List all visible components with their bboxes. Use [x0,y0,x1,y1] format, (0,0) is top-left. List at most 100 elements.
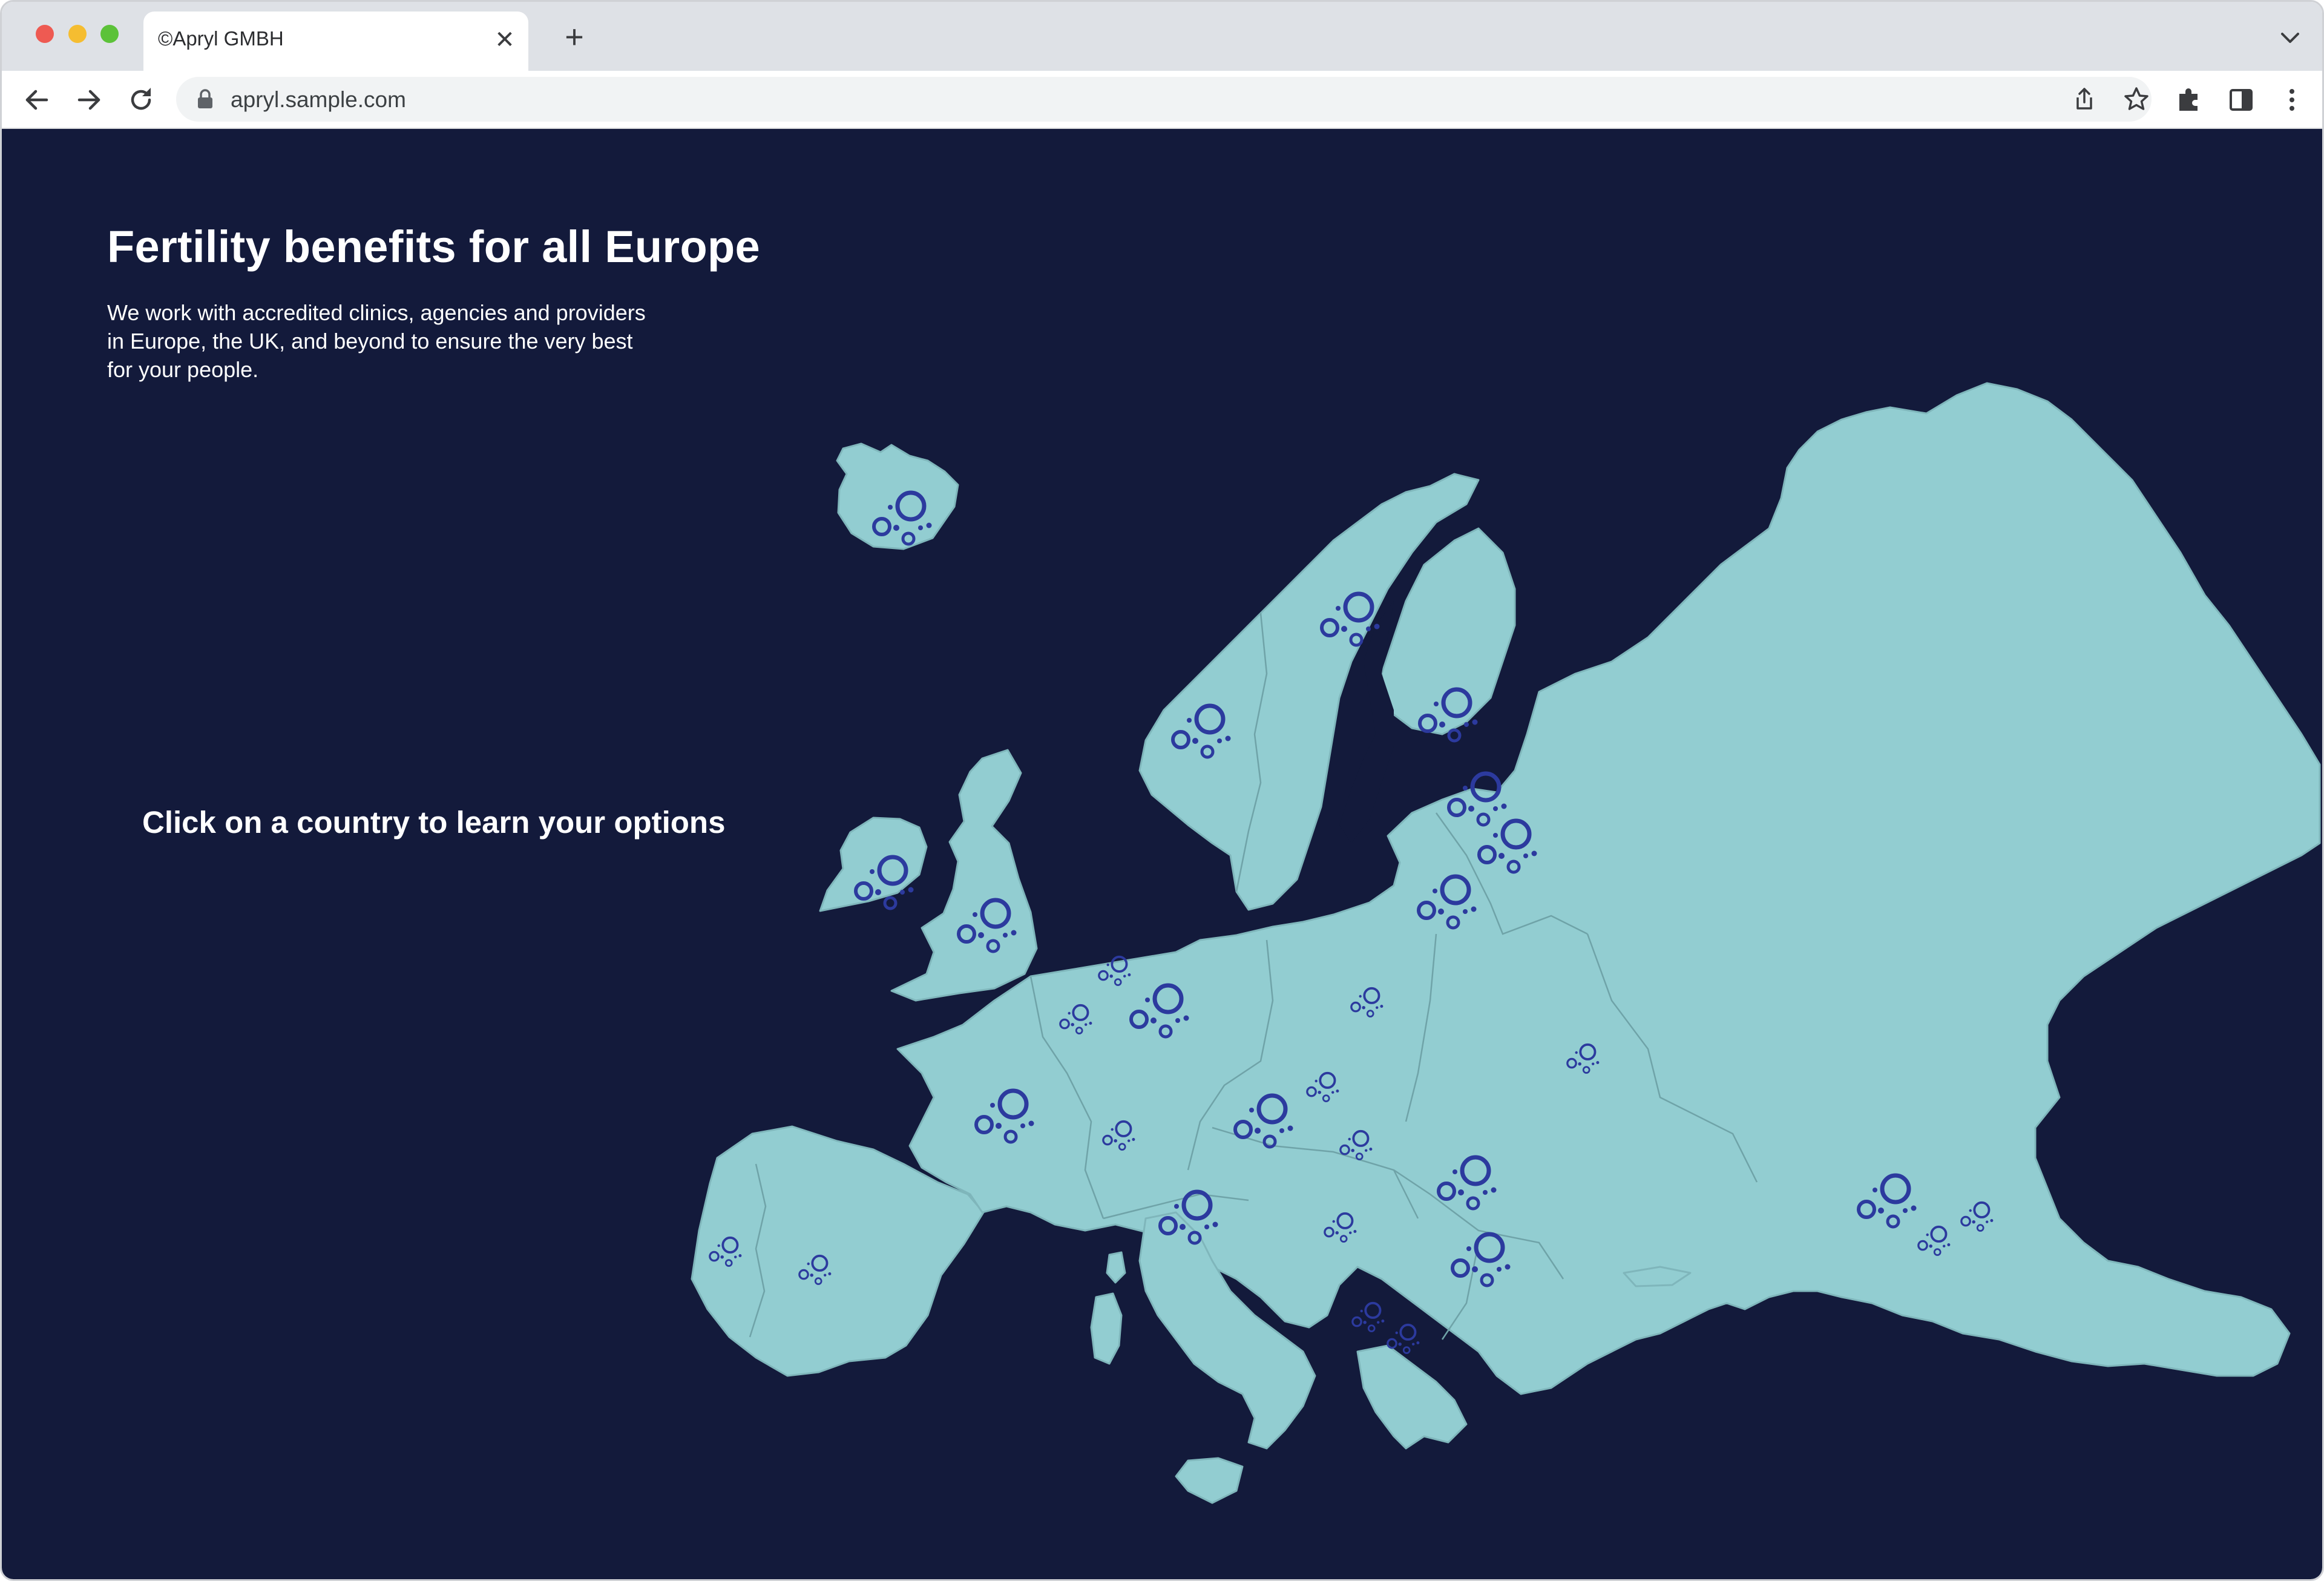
clinic-marker[interactable] [1171,703,1231,759]
clinic-marker-small[interactable] [1350,987,1384,1017]
marker-dot [1466,1246,1471,1251]
clinic-marker-small[interactable] [1098,955,1131,986]
share-icon[interactable] [2069,84,2099,114]
side-panel-icon[interactable] [2224,83,2258,117]
close-window-button[interactable] [36,25,54,43]
clinic-marker[interactable] [1233,1093,1293,1149]
marker-ring [1343,591,1374,623]
marker-ring [1447,798,1466,817]
minimize-window-button[interactable] [68,25,87,43]
reload-icon[interactable] [124,83,158,117]
marker-ring [1437,1182,1456,1201]
marker-dot [1523,853,1528,858]
marker-ring [1072,1004,1089,1021]
marker-dot [1531,850,1537,856]
marker-ring [1474,1232,1505,1263]
back-arrow-icon[interactable] [20,83,54,117]
marker-dot [1395,1331,1398,1335]
clinic-marker-small[interactable] [1917,1225,1951,1256]
clinic-marker-small[interactable] [1339,1129,1373,1160]
marker-ring [1960,1215,1971,1227]
marker-dot [1497,1267,1502,1272]
marker-ring [1111,955,1128,973]
clinic-marker[interactable] [1447,771,1507,827]
marker-ring [1366,1010,1374,1017]
marker-dot [1360,1309,1363,1313]
clinic-marker-small[interactable] [798,1254,832,1285]
clinic-marker[interactable] [1158,1189,1218,1245]
clinic-marker[interactable] [1417,874,1477,930]
marker-ring [1367,1324,1376,1332]
maximize-window-button[interactable] [100,25,119,43]
marker-ring [1470,771,1502,803]
clinic-marker[interactable] [872,490,932,546]
chevron-down-icon[interactable] [2275,22,2305,53]
clinic-marker-small[interactable] [1306,1071,1339,1102]
marker-ring [1418,714,1437,733]
address-bar[interactable]: apryl.sample.com [176,77,2152,122]
bookmark-star-icon[interactable] [2121,84,2152,114]
marker-dot [1578,1062,1581,1066]
marker-dot [1374,623,1380,629]
marker-dot [1463,909,1468,914]
browser-tab[interactable]: ©Apryl GMBH ✕ [143,12,528,71]
clinic-marker[interactable] [1451,1232,1511,1287]
marker-dot [1381,1320,1385,1323]
url-text[interactable]: apryl.sample.com [231,87,406,113]
marker-dot [1472,719,1478,725]
clinic-marker-small[interactable] [1960,1201,1994,1232]
marker-dot [1596,1061,1600,1064]
clinic-marker[interactable] [854,855,914,910]
clinic-marker-small[interactable] [1324,1212,1357,1243]
clinic-marker-small[interactable] [1102,1120,1135,1151]
clinic-marker-small[interactable] [1351,1301,1385,1332]
marker-dot [1204,1224,1209,1229]
marker-dot [1132,1138,1135,1141]
marker-ring [1976,1224,1984,1232]
marker-ring [1447,728,1462,743]
marker-dot [1180,1224,1186,1230]
clinic-marker[interactable] [957,898,1017,953]
new-tab-button[interactable]: + [557,20,591,54]
clinic-marker[interactable] [1477,818,1537,874]
clinic-marker[interactable] [974,1088,1034,1144]
marker-dot [734,1255,737,1258]
marker-dot [1109,974,1113,978]
marker-ring [1115,1120,1132,1137]
marker-dot [1287,1125,1293,1131]
marker-ring [980,898,1011,929]
marker-dot [828,1272,832,1275]
marker-ring [1451,1258,1470,1278]
clinic-marker[interactable] [1418,687,1478,743]
lock-icon[interactable] [194,88,216,110]
marker-ring [997,1088,1029,1120]
clinic-marker-small[interactable] [1566,1043,1600,1074]
marker-dot [1491,1187,1497,1193]
marker-ring [1171,730,1190,749]
marker-dot [1212,1221,1218,1228]
marker-ring [1933,1248,1942,1256]
more-menu-icon[interactable] [2275,83,2309,117]
marker-dot [1943,1244,1946,1247]
marker-dot [1068,1011,1071,1015]
clinic-marker-small[interactable] [709,1236,742,1267]
marker-dot [1468,806,1474,812]
marker-ring [709,1251,720,1262]
clinic-marker[interactable] [1437,1155,1497,1211]
clinic-marker-small[interactable] [1387,1323,1420,1354]
clinic-marker[interactable] [1320,591,1380,647]
marker-ring [798,1269,809,1280]
marker-ring [872,517,891,536]
marker-dot [1903,1208,1908,1213]
marker-dot [1003,933,1008,938]
marker-ring [901,531,916,546]
clinic-marker-small[interactable] [1059,1004,1092,1034]
extensions-puzzle-icon[interactable] [2172,83,2206,117]
forward-arrow-icon[interactable] [72,83,106,117]
marker-dot [875,889,881,895]
marker-ring [1466,1196,1480,1211]
clinic-marker[interactable] [1129,983,1189,1039]
clinic-marker[interactable] [1857,1173,1917,1229]
tab-close-icon[interactable]: ✕ [490,25,520,55]
marker-dot [1089,1022,1092,1025]
